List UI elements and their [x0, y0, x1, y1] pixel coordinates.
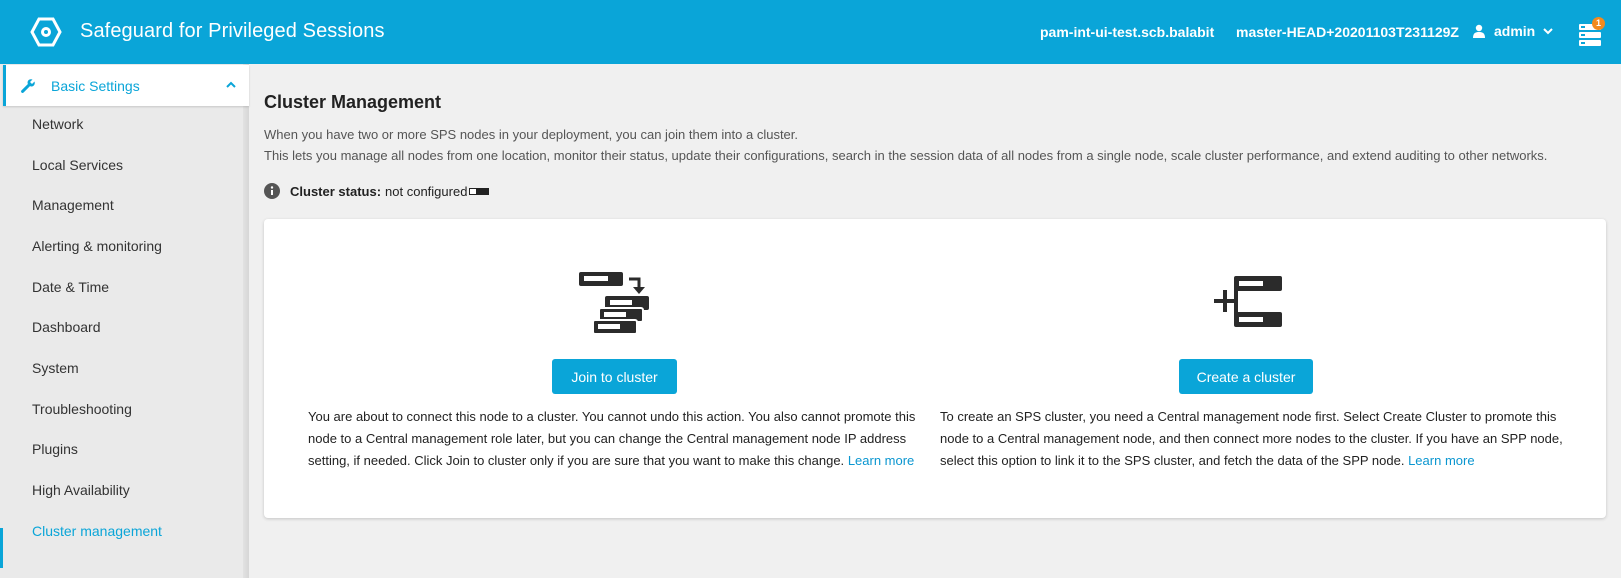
app-title: Safeguard for Privileged Sessions: [80, 20, 385, 42]
sidebar-item-dashboard[interactable]: Dashboard: [32, 319, 101, 335]
sidebar-item-system[interactable]: System: [32, 360, 79, 376]
top-bar: Safeguard for Privileged Sessions pam-in…: [0, 0, 1621, 64]
create-cluster-description: To create an SPS cluster, you need a Cen…: [940, 406, 1570, 472]
page-title: Cluster Management: [264, 92, 442, 112]
hostname: pam-int-ui-test.scb.balabit: [1040, 24, 1215, 40]
safeguard-logo-icon[interactable]: [30, 17, 62, 47]
join-cluster-illustration-icon: [579, 272, 649, 335]
person-icon: [1473, 24, 1485, 38]
create-cluster-illustration-icon: [1214, 276, 1282, 327]
firmware-version: master-HEAD+20201103T231129Z: [1236, 24, 1459, 40]
join-cluster-description: You are about to connect this node to a …: [308, 406, 918, 472]
sidebar-item-alerting-monitoring[interactable]: Alerting & monitoring: [32, 238, 162, 254]
sidebar-item-local-services[interactable]: Local Services: [32, 157, 123, 173]
join-cluster-button[interactable]: Join to cluster: [552, 359, 677, 394]
sidebar-item-network[interactable]: Network: [32, 116, 83, 132]
sidebar-item-cluster-management[interactable]: Cluster management: [32, 523, 162, 539]
user-menu[interactable]: admin: [1473, 23, 1553, 39]
sidebar-item-plugins[interactable]: Plugins: [32, 441, 78, 457]
sidebar: Basic Settings Network Local Services Ma…: [0, 64, 249, 578]
join-learn-more-link[interactable]: Learn more: [848, 453, 914, 468]
sidebar-item-date-time[interactable]: Date & Time: [32, 279, 109, 295]
create-learn-more-link[interactable]: Learn more: [1408, 453, 1474, 468]
description-line-2: This lets you manage all nodes from one …: [264, 148, 1548, 163]
notification-badge: 1: [1592, 17, 1605, 30]
join-cluster-text: You are about to connect this node to a …: [308, 409, 916, 468]
info-icon: [264, 183, 280, 199]
status-indicator-icon: [469, 187, 490, 195]
status-value: not configured: [385, 183, 468, 199]
chevron-down-icon: [1543, 28, 1553, 35]
sidebar-group-label: Basic Settings: [51, 78, 140, 94]
cluster-status: Cluster status: not configured: [264, 183, 490, 199]
sidebar-edge: [243, 64, 249, 578]
create-cluster-button[interactable]: Create a cluster: [1179, 359, 1313, 394]
sidebar-item-high-availability[interactable]: High Availability: [32, 482, 130, 498]
cluster-options-card: Join to cluster Create a cluster You are…: [264, 219, 1606, 518]
wrench-icon: [21, 79, 35, 93]
status-label: Cluster status:: [290, 183, 382, 199]
sidebar-item-troubleshooting[interactable]: Troubleshooting: [32, 401, 132, 417]
notifications-button[interactable]: 1: [1578, 17, 1605, 46]
active-indicator: [0, 528, 3, 568]
sidebar-item-management[interactable]: Management: [32, 197, 114, 213]
description-line-1: When you have two or more SPS nodes in y…: [264, 127, 799, 142]
sidebar-group-basic-settings[interactable]: Basic Settings: [3, 65, 249, 106]
chevron-up-icon[interactable]: [226, 81, 236, 89]
username: admin: [1494, 23, 1536, 39]
